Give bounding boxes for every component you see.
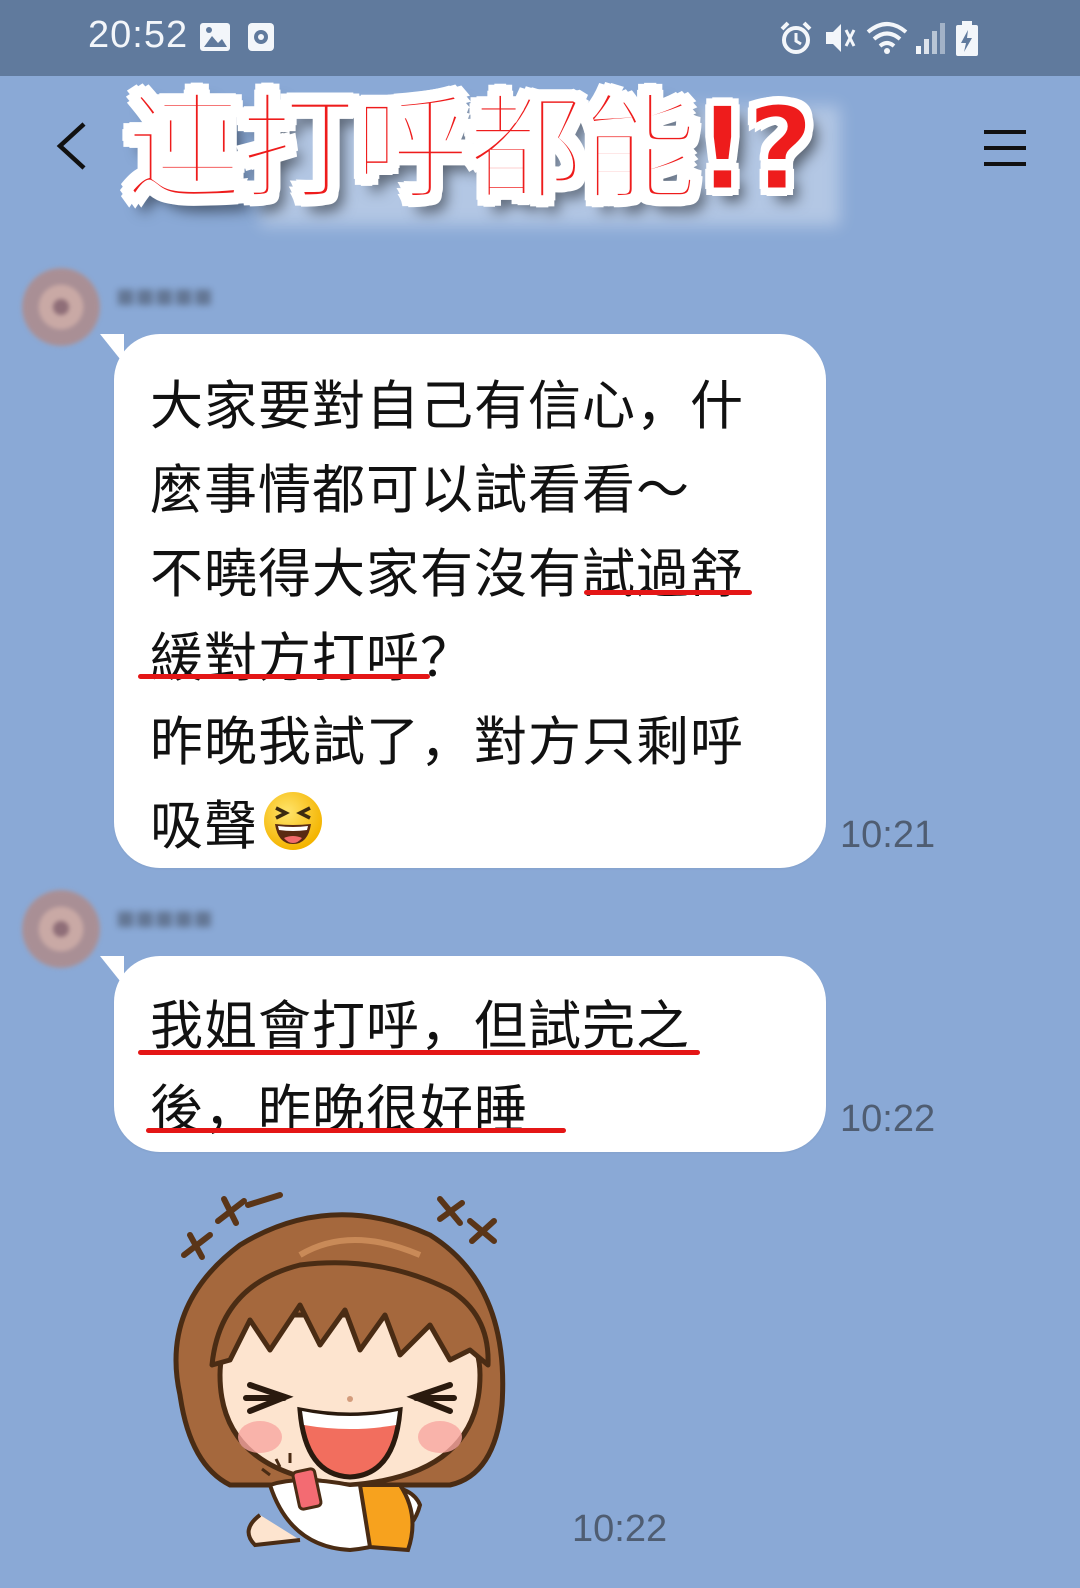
highlight-underline	[146, 1128, 566, 1133]
message-line: 麼事情都可以試看看～	[150, 460, 690, 521]
laughing-face-emoji	[264, 792, 322, 850]
message-text: 吸聲	[150, 796, 258, 857]
sender-name-blurred: ■■■■■	[116, 278, 213, 314]
image-icon	[200, 23, 230, 51]
battery-charging-icon	[956, 21, 978, 56]
back-arrow-icon[interactable]	[48, 116, 98, 176]
highlight-underline	[584, 590, 752, 595]
message-bubble[interactable]: 我姐會打呼，但試完之 後，昨晚很好睡	[100, 956, 826, 1152]
mute-icon	[826, 24, 856, 52]
message-line: 大家要對自己有信心，什	[150, 376, 744, 437]
screen-record-icon	[248, 23, 274, 51]
message-bubble[interactable]: 大家要對自己有信心，什 麼事情都可以試看看～ 不曉得大家有沒有試過舒 緩對方打呼…	[100, 334, 826, 868]
overlay-caption: 連打呼都能!?	[125, 82, 816, 217]
avatar[interactable]	[22, 890, 100, 968]
laughing-girl-sticker[interactable]	[150, 1185, 570, 1565]
message-line: 不曉得大家有沒有試過舒	[150, 544, 744, 605]
sender-name-blurred: ■■■■■	[116, 900, 213, 936]
wifi-icon	[866, 22, 908, 54]
status-time: 20:52	[88, 14, 189, 56]
message-line: 緩對方打呼？	[150, 628, 474, 689]
message-timestamp: 10:21	[840, 814, 936, 856]
signal-icon	[916, 23, 945, 54]
message-timestamp: 10:22	[840, 1098, 936, 1140]
menu-icon[interactable]	[980, 122, 1030, 172]
message-line: 昨晚我試了，對方只剩呼	[150, 712, 744, 773]
alarm-icon	[780, 21, 812, 54]
message-line: 我姐會打呼，但試完之	[150, 996, 690, 1057]
status-bar: 20:52	[0, 0, 1080, 76]
message-line-with-emoji: 吸聲	[150, 784, 324, 860]
avatar[interactable]	[22, 268, 100, 346]
highlight-underline	[138, 674, 430, 679]
highlight-underline	[138, 1050, 700, 1055]
sticker-timestamp: 10:22	[572, 1508, 668, 1550]
